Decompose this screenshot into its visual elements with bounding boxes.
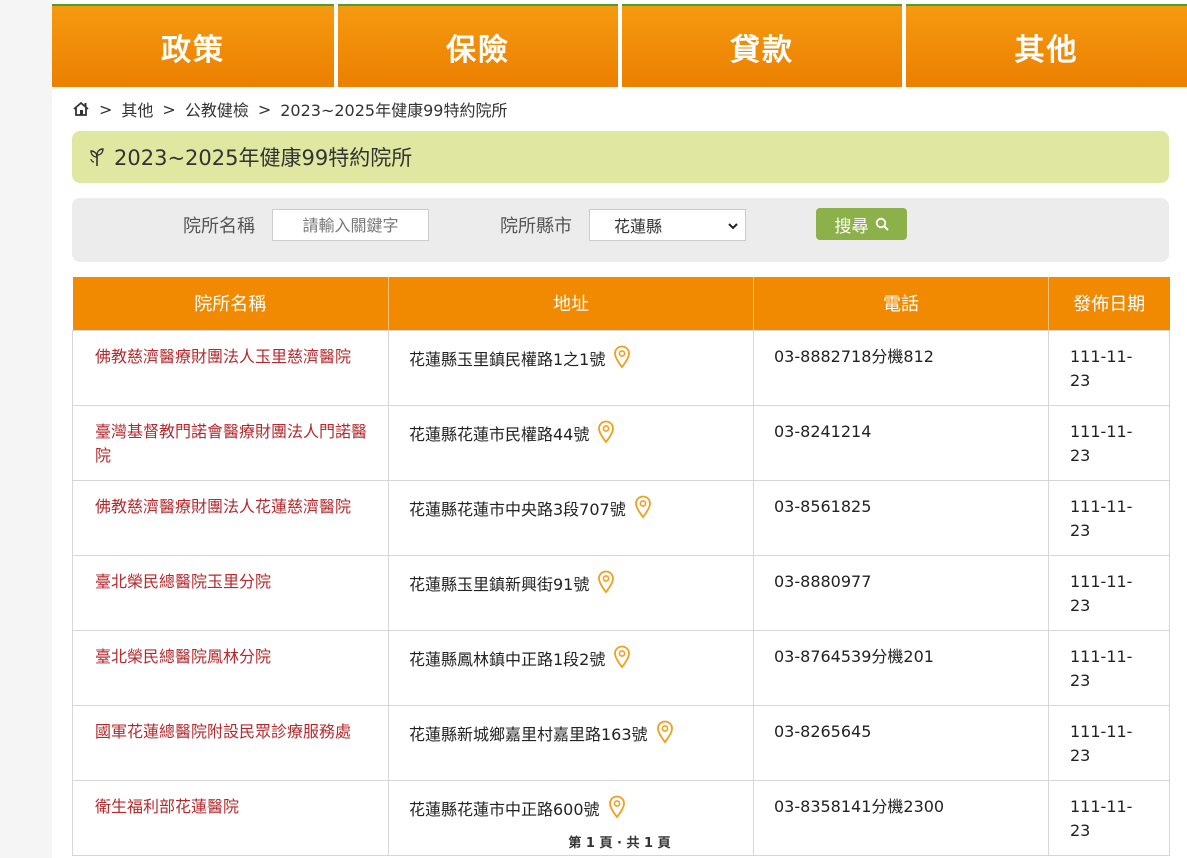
search-panel: 院所名稱 院所縣市 花蓮縣 搜尋 — [72, 198, 1169, 262]
top-nav: 政策 保險 貸款 其他 — [52, 4, 1187, 87]
publish-date: 111-11-23 — [1048, 629, 1170, 706]
nav-item-policy[interactable]: 政策 — [52, 4, 334, 87]
search-button-label: 搜尋 — [834, 216, 869, 237]
clinic-address: 花蓮縣花蓮市民權路44號 — [388, 404, 754, 481]
nav-item-other[interactable]: 其他 — [906, 4, 1187, 87]
search-icon — [875, 217, 889, 231]
page-title: 2023~2025年健康99特約院所 — [114, 146, 413, 170]
home-icon[interactable] — [72, 101, 90, 117]
pager: 第 1 頁 · 共 1 頁 — [568, 836, 671, 851]
breadcrumb-current[interactable]: 2023~2025年健康99特約院所 — [280, 97, 507, 121]
address-text: 花蓮縣鳳林鎮中正路1段2號 — [409, 649, 606, 669]
publish-date: 111-11-23 — [1048, 554, 1170, 631]
clinic-address: 花蓮縣玉里鎮民權路1之1號 — [388, 329, 754, 406]
clinic-address: 花蓮縣鳳林鎮中正路1段2號 — [388, 629, 754, 706]
breadcrumb-other[interactable]: 其他 — [121, 97, 153, 121]
address-text: 花蓮縣花蓮市民權路44號 — [409, 424, 590, 444]
breadcrumb-health-check[interactable]: 公教健檢 — [185, 97, 249, 121]
clinic-phone: 03-8880977 — [753, 554, 1049, 631]
table-row: 臺灣基督教門諾會醫療財團法人門諾醫院 花蓮縣花蓮市民權路44號 03-8241214… — [72, 404, 1170, 481]
map-pin-icon[interactable] — [608, 795, 626, 826]
clinic-table: 院所名稱 地址 電話 發佈日期 佛教慈濟醫療財團法人玉里慈濟醫院 花蓮縣玉里鎮民權… — [72, 277, 1170, 856]
breadcrumb-separator: > — [99, 99, 113, 119]
clinic-phone: 03-8265645 — [753, 704, 1049, 781]
header-name: 院所名稱 — [72, 277, 389, 330]
map-pin-icon[interactable] — [634, 495, 652, 526]
address-text: 花蓮縣玉里鎮民權路1之1號 — [409, 349, 606, 369]
publish-date: 111-11-23 — [1048, 479, 1170, 556]
header-address: 地址 — [388, 277, 754, 330]
address-text: 花蓮縣花蓮市中正路600號 — [409, 799, 600, 819]
map-pin-icon[interactable] — [656, 720, 674, 751]
table-header-row: 院所名稱 地址 電話 發佈日期 — [72, 277, 1170, 330]
city-select-value: 花蓮縣 — [614, 217, 663, 236]
table-row: 佛教慈濟醫療財團法人花蓮慈濟醫院 花蓮縣花蓮市中央路3段707號 03-856182… — [72, 479, 1170, 556]
clinic-phone: 03-8241214 — [753, 404, 1049, 481]
header-phone: 電話 — [753, 277, 1049, 330]
map-pin-icon[interactable] — [597, 570, 615, 601]
clinic-address: 花蓮縣新城鄉嘉里村嘉里路163號 — [388, 704, 754, 781]
publish-date: 111-11-23 — [1048, 329, 1170, 406]
clinic-name-link[interactable]: 國軍花蓮總醫院附設民眾診療服務處 — [72, 704, 389, 781]
clinic-phone: 03-8882718分機812 — [753, 329, 1049, 406]
clinic-name-link[interactable]: 佛教慈濟醫療財團法人玉里慈濟醫院 — [72, 329, 389, 406]
breadcrumb-separator: > — [257, 99, 272, 119]
city-select[interactable]: 花蓮縣 — [589, 209, 746, 241]
table-row: 臺北榮民總醫院鳳林分院 花蓮縣鳳林鎮中正路1段2號 03-8764539分機201 1… — [72, 629, 1170, 706]
table-row: 臺北榮民總醫院玉里分院 花蓮縣玉里鎮新興街91號 03-8880977 111-11-… — [72, 554, 1170, 631]
address-text: 花蓮縣玉里鎮新興街91號 — [409, 574, 590, 594]
header-date: 發佈日期 — [1048, 277, 1170, 330]
map-pin-icon[interactable] — [597, 420, 615, 451]
city-label: 院所縣市 — [500, 216, 572, 237]
clinic-phone: 03-8561825 — [753, 479, 1049, 556]
nav-item-loan[interactable]: 貸款 — [622, 4, 902, 87]
search-button[interactable]: 搜尋 — [816, 208, 907, 240]
map-pin-icon[interactable] — [613, 645, 631, 676]
clinic-address: 花蓮縣花蓮市中央路3段707號 — [388, 479, 754, 556]
table-row: 佛教慈濟醫療財團法人玉里慈濟醫院 花蓮縣玉里鎮民權路1之1號 03-8882718分… — [72, 329, 1170, 406]
clinic-name-link[interactable]: 臺北榮民總醫院玉里分院 — [72, 554, 389, 631]
nav-item-insurance[interactable]: 保險 — [338, 4, 618, 87]
clinic-name-link[interactable]: 臺灣基督教門諾會醫療財團法人門諾醫院 — [72, 404, 389, 481]
publish-date: 111-11-23 — [1048, 704, 1170, 781]
clinic-name-link[interactable]: 佛教慈濟醫療財團法人花蓮慈濟醫院 — [72, 479, 389, 556]
clinic-name-link[interactable]: 臺北榮民總醫院鳳林分院 — [72, 629, 389, 706]
clinic-phone: 03-8764539分機201 — [753, 629, 1049, 706]
map-pin-icon[interactable] — [613, 345, 631, 376]
address-text: 花蓮縣新城鄉嘉里村嘉里路163號 — [409, 724, 648, 744]
page: 政策 保險 貸款 其他 > 其他 > 公教健檢 > 2023~2025年健康99… — [52, 0, 1187, 858]
clinic-address: 花蓮縣玉里鎮新興街91號 — [388, 554, 754, 631]
breadcrumb: > 其他 > 公教健檢 > 2023~2025年健康99特約院所 — [72, 97, 507, 121]
sprout-icon — [90, 147, 104, 167]
name-label: 院所名稱 — [183, 216, 255, 237]
publish-date: 111-11-23 — [1048, 404, 1170, 481]
chevron-down-icon — [727, 216, 739, 239]
page-title-bar: 2023~2025年健康99特約院所 — [72, 131, 1169, 183]
address-text: 花蓮縣花蓮市中央路3段707號 — [409, 499, 626, 519]
breadcrumb-separator: > — [162, 99, 176, 119]
name-search-input[interactable] — [272, 209, 429, 241]
table-row: 國軍花蓮總醫院附設民眾診療服務處 花蓮縣新城鄉嘉里村嘉里路163號 03-82656… — [72, 704, 1170, 781]
